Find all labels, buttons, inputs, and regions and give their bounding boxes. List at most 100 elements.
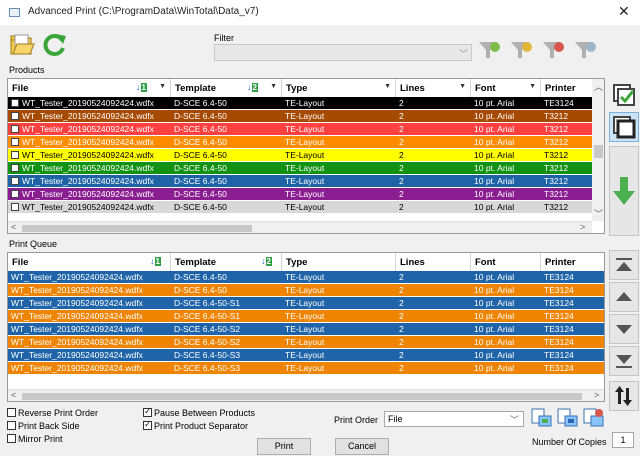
cancel-button[interactable]: Cancel: [335, 438, 389, 455]
table-row[interactable]: WT_Tester_20190524092424.wdfx D-SCE 6.4-5…: [8, 336, 604, 348]
column-header-file[interactable]: File ↓1: [8, 253, 171, 271]
scroll-left-icon[interactable]: <: [11, 222, 16, 232]
arrow-down-icon[interactable]: [609, 146, 639, 236]
table-row[interactable]: WT_Tester_20190524092424.wdfx D-SCE 6.4-5…: [8, 123, 592, 135]
table-row[interactable]: WT_Tester_20190524092424.wdfx D-SCE 6.4-5…: [8, 97, 592, 109]
column-header-printer[interactable]: Printer: [541, 253, 604, 271]
cell-type: TE-Layout: [282, 310, 396, 322]
close-icon[interactable]: ✕: [618, 3, 630, 20]
table-row[interactable]: WT_Tester_20190524092424.wdfx D-SCE 6.4-5…: [8, 201, 592, 213]
table-row[interactable]: WT_Tester_20190524092424.wdfx D-SCE 6.4-5…: [8, 162, 592, 174]
scroll-right-icon[interactable]: >: [594, 390, 599, 400]
cell-lines: 2: [396, 310, 471, 322]
row-checkbox[interactable]: [11, 164, 19, 172]
filter-edit-icon[interactable]: [574, 40, 598, 60]
row-checkbox[interactable]: [11, 203, 19, 211]
column-header-font[interactable]: Font: [471, 253, 541, 271]
scroll-thumb[interactable]: [22, 225, 252, 232]
column-header-font[interactable]: Font ▼: [471, 79, 541, 97]
print-preview-icon[interactable]: [557, 407, 579, 429]
column-header-template[interactable]: Template ↓2: [171, 253, 282, 271]
chevron-down-icon[interactable]: ▼: [529, 83, 536, 90]
row-checkbox[interactable]: [11, 151, 19, 159]
type-text: TE-Layout: [285, 202, 325, 212]
scroll-left-icon[interactable]: <: [11, 390, 16, 400]
add-selected-icon[interactable]: [609, 112, 639, 142]
printer-text: T3212: [544, 150, 569, 160]
cell-lines: 2: [396, 284, 471, 296]
row-checkbox[interactable]: [11, 99, 19, 107]
table-row[interactable]: WT_Tester_20190524092424.wdfx D-SCE 6.4-5…: [8, 310, 604, 322]
queue-horizontal-scrollbar[interactable]: < >: [8, 389, 604, 401]
table-row[interactable]: WT_Tester_20190524092424.wdfx D-SCE 6.4-5…: [8, 188, 592, 200]
table-row[interactable]: WT_Tester_20190524092424.wdfx D-SCE 6.4-5…: [8, 271, 604, 283]
table-row[interactable]: WT_Tester_20190524092424.wdfx D-SCE 6.4-5…: [8, 110, 592, 122]
row-checkbox[interactable]: [11, 190, 19, 198]
row-checkbox[interactable]: [11, 112, 19, 120]
products-label: Products: [9, 65, 45, 75]
sort-swap-icon[interactable]: [609, 381, 639, 411]
pause-between-products-checkbox[interactable]: Pause Between Products: [143, 406, 255, 418]
column-header-lines[interactable]: Lines: [396, 253, 471, 271]
font-text: 10 pt. Arial: [474, 324, 515, 334]
move-bottom-icon[interactable]: [609, 346, 639, 376]
table-row[interactable]: WT_Tester_20190524092424.wdfx D-SCE 6.4-5…: [8, 349, 604, 361]
print-button[interactable]: Print: [257, 438, 311, 455]
row-checkbox[interactable]: [11, 138, 19, 146]
print-back-side-checkbox[interactable]: Print Back Side: [7, 421, 80, 431]
folder-open-icon[interactable]: [9, 32, 35, 58]
chevron-down-icon[interactable]: ▼: [159, 83, 166, 90]
table-row[interactable]: WT_Tester_20190524092424.wdfx D-SCE 6.4-5…: [8, 136, 592, 148]
table-row[interactable]: WT_Tester_20190524092424.wdfx D-SCE 6.4-5…: [8, 284, 604, 296]
products-grid[interactable]: File ↓1 ▼ Template ↓2 ▼ Type ▼ Lines ▼ F…: [7, 78, 605, 234]
filter-add-icon[interactable]: [510, 40, 534, 60]
table-row[interactable]: WT_Tester_20190524092424.wdfx D-SCE 6.4-5…: [8, 175, 592, 187]
printer-text: TE3124: [544, 272, 574, 282]
scroll-up-icon[interactable]: ︿: [594, 80, 603, 93]
filter-check-icon[interactable]: [478, 40, 502, 60]
column-header-printer[interactable]: Printer: [541, 79, 592, 97]
scroll-down-icon[interactable]: ﹀: [594, 207, 603, 220]
chevron-down-icon[interactable]: ▼: [384, 83, 391, 90]
products-horizontal-scrollbar[interactable]: < >: [8, 221, 592, 233]
template-text: D-SCE 6.4-50: [174, 272, 227, 282]
row-checkbox[interactable]: [11, 125, 19, 133]
print-setup-icon[interactable]: [531, 407, 553, 429]
cell-lines: 2: [396, 201, 471, 213]
cell-template: D-SCE 6.4-50: [171, 284, 282, 296]
reverse-print-order-checkbox[interactable]: Reverse Print Order: [7, 408, 98, 418]
move-down-icon[interactable]: [609, 314, 639, 344]
print-delete-icon[interactable]: [583, 407, 605, 429]
move-up-icon[interactable]: [609, 282, 639, 312]
number-of-copies-input[interactable]: 1: [612, 432, 634, 448]
scroll-right-icon[interactable]: >: [580, 222, 585, 232]
chevron-down-icon[interactable]: ▼: [270, 83, 277, 90]
table-row[interactable]: WT_Tester_20190524092424.wdfx D-SCE 6.4-5…: [8, 362, 604, 374]
column-header-type[interactable]: Type ▼: [282, 79, 396, 97]
cell-template: D-SCE 6.4-50-S3: [171, 349, 282, 361]
print-product-separator-checkbox[interactable]: Print Product Separator: [143, 419, 248, 431]
mirror-print-checkbox[interactable]: Mirror Print: [7, 434, 63, 444]
cell-lines: 2: [396, 336, 471, 348]
cell-font: 10 pt. Arial: [471, 162, 541, 174]
print-order-select[interactable]: File ﹀: [384, 411, 524, 427]
table-row[interactable]: WT_Tester_20190524092424.wdfx D-SCE 6.4-5…: [8, 297, 604, 309]
column-header-file[interactable]: File ↓1 ▼: [8, 79, 171, 97]
print-queue-grid[interactable]: File ↓1 Template ↓2 Type Lines Font Prin…: [7, 252, 605, 402]
scroll-thumb[interactable]: [22, 393, 582, 400]
scroll-thumb[interactable]: [594, 145, 603, 158]
move-top-icon[interactable]: [609, 250, 639, 280]
filter-select[interactable]: ﹀: [214, 44, 472, 61]
refresh-icon[interactable]: [42, 32, 68, 58]
column-header-template[interactable]: Template ↓2 ▼: [171, 79, 282, 97]
row-checkbox[interactable]: [11, 177, 19, 185]
cell-file: WT_Tester_20190524092424.wdfx: [8, 136, 171, 148]
table-row[interactable]: WT_Tester_20190524092424.wdfx D-SCE 6.4-5…: [8, 149, 592, 161]
filter-remove-icon[interactable]: [542, 40, 566, 60]
column-header-lines[interactable]: Lines ▼: [396, 79, 471, 97]
column-header-type[interactable]: Type: [282, 253, 396, 271]
table-row[interactable]: WT_Tester_20190524092424.wdfx D-SCE 6.4-5…: [8, 323, 604, 335]
add-all-icon[interactable]: [609, 80, 639, 110]
products-vertical-scrollbar[interactable]: ︿ ﹀: [592, 79, 604, 221]
chevron-down-icon[interactable]: ▼: [459, 83, 466, 90]
